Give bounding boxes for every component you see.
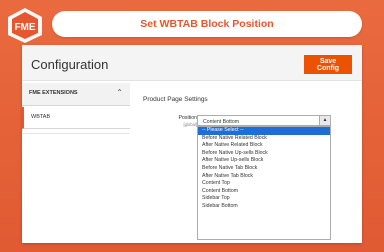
dropdown-option[interactable]: Sidebar Bottom (198, 203, 330, 211)
dropdown-option[interactable]: After Native Tab Block (198, 173, 330, 181)
position-label: Position (178, 115, 197, 121)
banner-title-pill: Set WBTAB Block Position (52, 11, 362, 37)
dropdown-option[interactable]: After Native Up-sells Block (198, 157, 330, 165)
fme-logo: FME (8, 8, 42, 43)
position-dropdown-list: -- Please Select -- Before Native Relate… (197, 126, 331, 240)
logo-text: FME (14, 22, 35, 33)
sidebar-section-label: FME EXTENSIONS (29, 90, 78, 96)
position-select-value: Content Bottom (203, 118, 240, 125)
save-config-button[interactable]: Save Config (304, 55, 352, 74)
dropdown-arrow-icon[interactable]: ▲ (319, 116, 330, 125)
position-select[interactable]: Content Bottom ▲ (197, 115, 331, 126)
dropdown-option[interactable]: After Native Related Block (198, 142, 330, 150)
dropdown-option[interactable]: Before Native Tab Block (198, 165, 330, 173)
dropdown-option[interactable]: Content Top (198, 180, 330, 188)
banner-title: Set WBTAB Block Position (140, 18, 274, 30)
sidebar-item-label: WBTAB (31, 114, 51, 120)
admin-panel: Configuration Save Config FME EXTENSIONS… (22, 45, 362, 243)
sidebar-divider (22, 133, 130, 134)
dropdown-option[interactable]: Before Native Related Block (198, 135, 330, 143)
dropdown-option[interactable]: Sidebar Top (198, 195, 330, 203)
section-title: Product Page Settings (143, 96, 208, 103)
dropdown-option[interactable]: Before Native Up-sells Block (198, 150, 330, 158)
dropdown-option[interactable]: -- Please Select -- (198, 127, 330, 135)
page-title: Configuration (31, 57, 109, 72)
page-header: Configuration Save Config (22, 45, 362, 81)
dropdown-option[interactable]: Content Bottom (198, 188, 330, 196)
sidebar-section-fme-extensions[interactable]: FME EXTENSIONS ⌃ (22, 83, 130, 106)
sidebar-item-wbtab[interactable]: WBTAB (22, 107, 130, 129)
position-scope: [global] (183, 122, 197, 127)
chevron-up-icon: ⌃ (116, 88, 123, 97)
